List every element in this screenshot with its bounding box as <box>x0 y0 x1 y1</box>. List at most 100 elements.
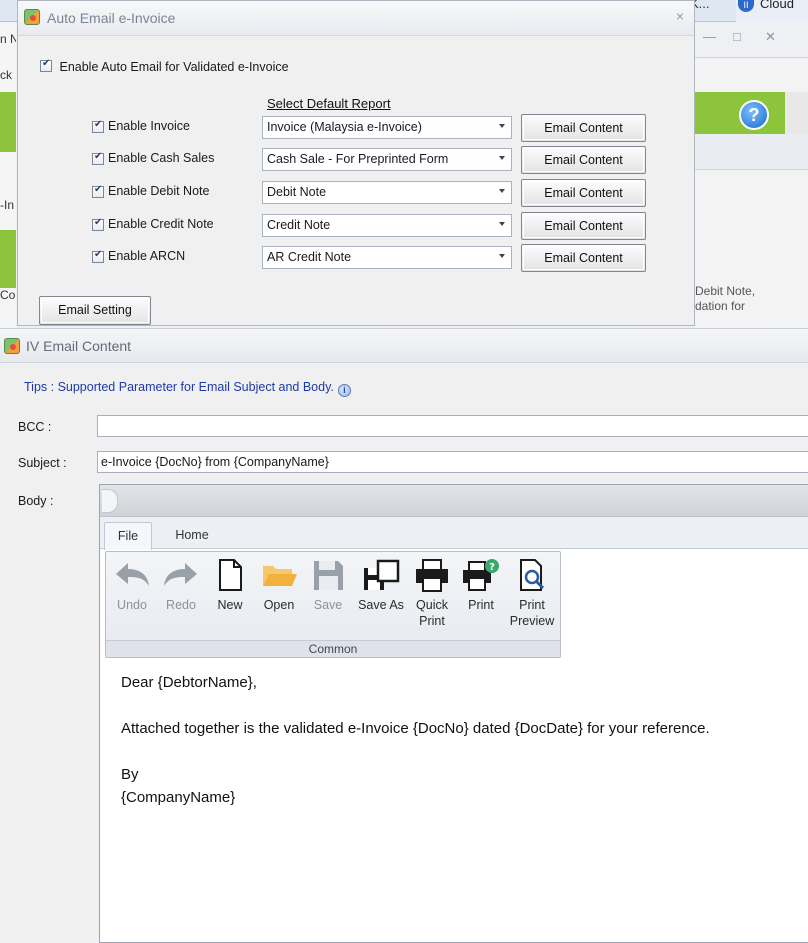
report-dropdown[interactable]: Credit Note <box>262 214 512 237</box>
enable-debit-note-checkbox[interactable] <box>92 184 104 198</box>
option-label: Enable ARCN <box>108 249 186 263</box>
tab-file[interactable]: File <box>104 522 152 550</box>
email-setting-button[interactable]: Email Setting <box>39 296 151 325</box>
maximize-icon[interactable]: □ <box>733 29 741 44</box>
enable-credit-note-checkbox[interactable] <box>92 217 104 231</box>
close-icon[interactable]: × <box>676 8 684 24</box>
background-green-band <box>0 230 16 288</box>
option-label: Enable Invoice <box>108 119 191 133</box>
new-label: New <box>217 598 243 612</box>
background-text-line: dation for <box>695 299 746 313</box>
body-line: {CompanyName} <box>121 789 236 806</box>
quick-print-label-2: Print <box>419 614 445 628</box>
print-preview-button[interactable]: Print Preview <box>506 558 558 629</box>
body-line: Attached together is the validated e-Inv… <box>121 720 710 737</box>
enable-cash-sales-checkbox[interactable] <box>92 151 104 165</box>
enable-auto-email-option[interactable]: Enable Auto Email for Validated e-Invoic… <box>40 58 289 75</box>
tab-home[interactable]: Home <box>166 522 218 550</box>
new-document-icon <box>219 559 242 591</box>
background-fragment: -In <box>0 198 15 212</box>
application-button[interactable] <box>102 489 118 513</box>
print-preview-label-2: Preview <box>509 614 555 628</box>
app-icon <box>4 338 20 354</box>
print-preview-icon <box>520 559 545 591</box>
report-dropdown[interactable]: Cash Sale - For Preprinted Form <box>262 148 512 171</box>
option-row-invoice: Enable Invoice Invoice (Malaysia e-Invoi… <box>92 114 652 142</box>
quick-print-label-1: Quick <box>416 598 448 612</box>
open-label: Open <box>263 598 295 612</box>
save-as-button[interactable]: Save As <box>355 558 407 613</box>
email-content-button[interactable]: Email Content <box>521 244 646 272</box>
help-icon[interactable]: ? <box>739 100 769 130</box>
quick-access-toolbar <box>100 485 808 517</box>
subject-input[interactable]: e-Invoice {DocNo} from {CompanyName} <box>97 451 808 473</box>
enable-auto-email-checkbox[interactable] <box>40 58 52 72</box>
email-content-button[interactable]: Email Content <box>521 114 646 142</box>
open-button[interactable]: Open <box>255 558 303 613</box>
enable-arcn-checkbox[interactable] <box>92 249 104 263</box>
enable-invoice-checkbox[interactable] <box>92 119 104 133</box>
info-icon[interactable]: i <box>337 384 351 397</box>
email-content-button[interactable]: Email Content <box>521 146 646 174</box>
ribbon-group-label: Common <box>106 640 560 657</box>
dialog-title: Auto Email e-Invoice <box>47 10 176 26</box>
app-icon <box>24 9 40 25</box>
report-dropdown[interactable]: Invoice (Malaysia e-Invoice) <box>262 116 512 139</box>
report-dropdown-value: AR Credit Note <box>267 250 352 264</box>
option-row-arcn: Enable ARCN AR Credit Note Email Content <box>92 244 652 272</box>
quick-print-icon <box>416 559 448 592</box>
body-line: Dear {DebtorName}, <box>121 674 257 691</box>
report-dropdown-value: Debit Note <box>267 185 327 199</box>
svg-text:?: ? <box>489 562 495 573</box>
background-right-panel: — □ ✕ ? Debit Note, dation for <box>695 22 808 332</box>
body-label: Body : <box>18 494 54 508</box>
ribbon-panel: Undo Redo New Open Save Save As Quick Pr… <box>105 551 561 658</box>
select-default-report-heading: Select Default Report <box>267 96 391 111</box>
chevron-down-icon <box>499 254 505 258</box>
auto-email-dialog: Auto Email e-Invoice × Enable Auto Email… <box>17 0 695 326</box>
background-grey-band <box>785 92 808 134</box>
chevron-down-icon <box>499 189 505 193</box>
chevron-down-icon <box>499 124 505 128</box>
new-button[interactable]: New <box>206 558 254 613</box>
print-button[interactable]: ? Print <box>457 558 505 613</box>
report-dropdown-value: Credit Note <box>267 218 331 232</box>
bcc-label: BCC : <box>18 420 52 434</box>
print-label: Print <box>468 598 494 612</box>
body-rich-editor[interactable]: File Home Undo Redo New Open Save Save A… <box>99 484 808 943</box>
print-preview-label-1: Print <box>519 598 545 612</box>
option-label: Enable Debit Note <box>108 184 210 198</box>
body-line <box>121 694 710 717</box>
quick-print-button[interactable]: Quick Print <box>408 558 456 629</box>
email-content-button[interactable]: Email Content <box>521 179 646 207</box>
background-fragment: ck <box>0 68 12 82</box>
minimize-icon[interactable]: — <box>703 29 716 44</box>
email-content-button[interactable]: Email Content <box>521 212 646 240</box>
redo-button[interactable]: Redo <box>157 558 205 613</box>
report-dropdown[interactable]: Debit Note <box>262 181 512 204</box>
body-line <box>121 740 710 763</box>
save-as-icon <box>364 559 400 590</box>
background-strip <box>695 134 808 170</box>
subject-value: e-Invoice {DocNo} from {CompanyName} <box>101 455 329 469</box>
chevron-down-icon <box>499 222 505 226</box>
undo-button[interactable]: Undo <box>108 558 156 613</box>
chevron-down-icon <box>499 156 505 160</box>
email-body-text[interactable]: Dear {DebtorName}, Attached together is … <box>121 671 710 809</box>
bcc-input[interactable] <box>97 415 808 437</box>
close-icon[interactable]: ✕ <box>765 29 776 45</box>
save-as-label: Save As <box>358 598 404 612</box>
background-green-band <box>0 92 16 152</box>
cloud-icon: II <box>738 0 754 12</box>
body-line: By <box>121 766 139 783</box>
cloud-label: Cloud <box>760 0 794 11</box>
report-dropdown[interactable]: AR Credit Note <box>262 246 512 269</box>
open-folder-icon <box>263 566 297 586</box>
window-title-bar: IV Email Content <box>0 329 808 363</box>
cloud-item[interactable]: II Cloud <box>736 0 808 22</box>
undo-label: Undo <box>117 598 147 612</box>
report-dropdown-value: Cash Sale - For Preprinted Form <box>267 152 449 166</box>
undo-icon <box>116 563 149 586</box>
save-button[interactable]: Save <box>304 558 352 613</box>
option-row-credit-note: Enable Credit Note Credit Note Email Con… <box>92 212 652 240</box>
